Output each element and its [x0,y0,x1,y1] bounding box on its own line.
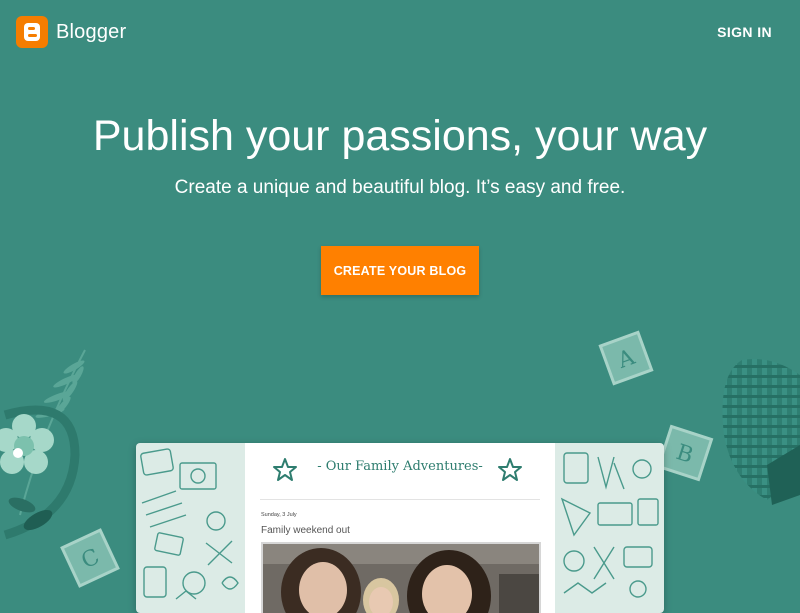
letter-block-b-icon: B [656,424,714,482]
post-title: Family weekend out [261,525,350,536]
post-photo [261,542,541,613]
letter-block-a-icon: A [598,330,654,386]
plaid-shape-icon [722,359,800,505]
flower-icon [0,414,54,474]
blog-preview: - Our Family Adventures- Sunday, 3 July … [136,443,664,613]
top-bar: Blogger SIGN IN [0,0,800,64]
page-title: Publish your passions, your way [92,112,708,160]
blogger-icon [16,16,48,48]
letter-block-c-icon: C [60,528,120,588]
family-photo-image [263,544,539,613]
star-icon [498,458,522,481]
create-blog-button[interactable]: CREATE YOUR BLOG [321,246,479,295]
post-date: Sunday, 3 July [261,512,297,518]
logo-text: Blogger [56,20,127,43]
sign-in-link[interactable]: SIGN IN [717,24,772,40]
blog-page: - Our Family Adventures- Sunday, 3 July … [245,443,555,613]
doodle-pattern-left-icon [140,448,239,600]
blogger-logo[interactable]: Blogger [16,16,126,48]
hero-subtitle: Create a unique and beautiful blog. It’s… [174,177,626,198]
divider [260,499,540,500]
doodle-pattern-right-icon [560,452,659,598]
